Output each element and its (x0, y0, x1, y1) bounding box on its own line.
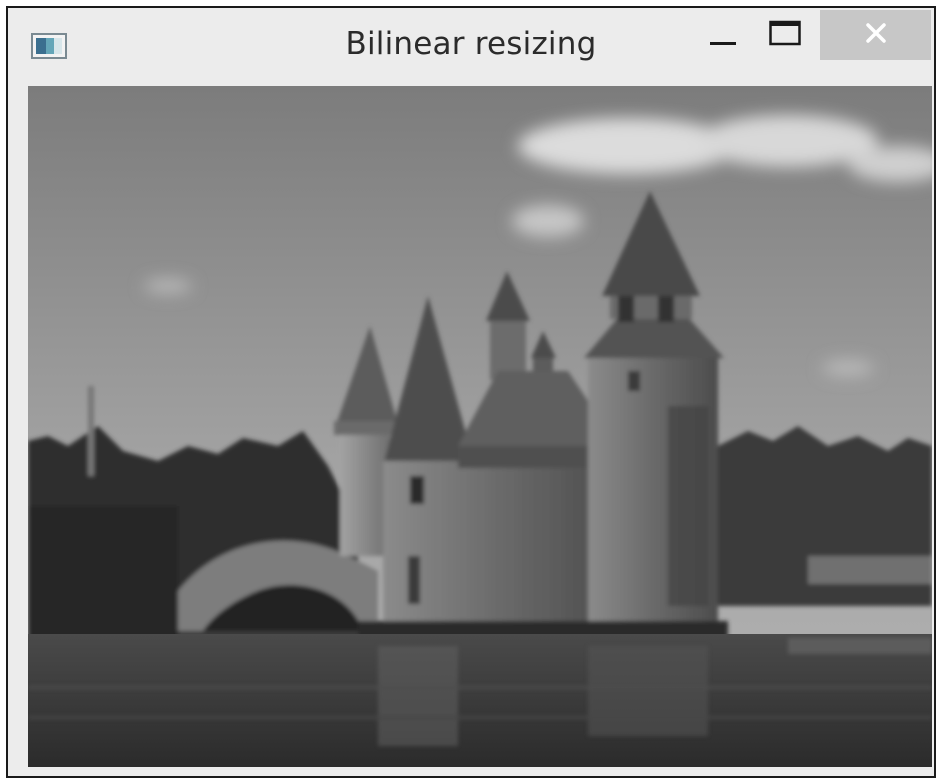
maximize-icon (768, 18, 802, 52)
minimize-button[interactable] (698, 10, 748, 60)
image-view (28, 86, 932, 767)
app-window: Bilinear resizing (6, 6, 936, 778)
castle-photo (28, 86, 932, 767)
close-icon (864, 21, 888, 49)
title-bar[interactable]: Bilinear resizing (8, 8, 934, 86)
minimize-icon (708, 18, 738, 52)
maximize-button[interactable] (760, 10, 810, 60)
close-button[interactable] (820, 10, 931, 60)
